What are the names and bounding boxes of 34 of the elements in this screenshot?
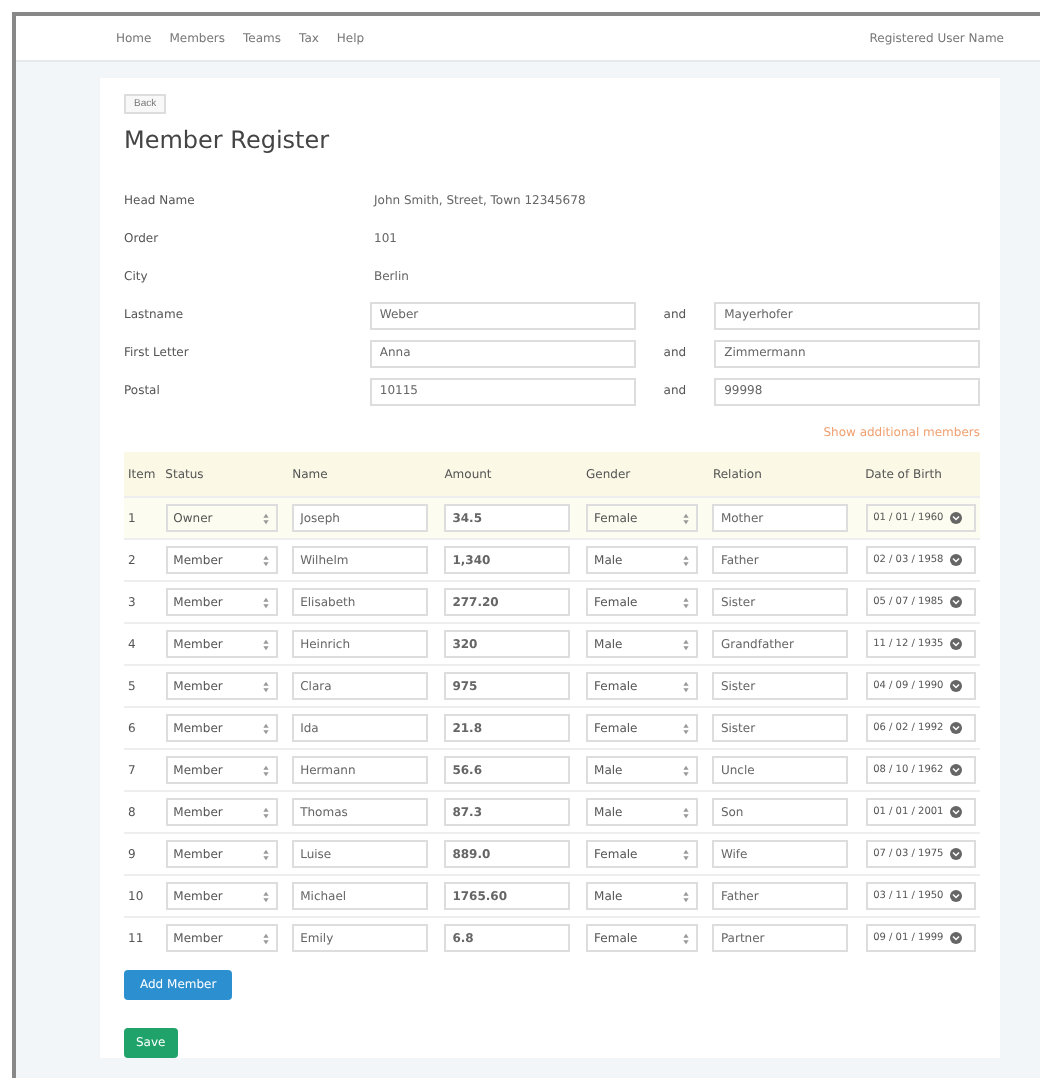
dropdown-icon xyxy=(949,806,962,818)
spinner-icon xyxy=(682,889,691,903)
spinner-icon xyxy=(261,511,270,525)
spinner-icon xyxy=(261,595,270,609)
spinner-icon xyxy=(682,511,691,525)
dropdown-icon xyxy=(949,764,962,776)
dropdown-icon xyxy=(949,680,962,692)
spinner-icon xyxy=(261,763,270,777)
dropdown-icon xyxy=(949,638,962,650)
spinner-icon xyxy=(682,679,691,693)
spinner-icon xyxy=(261,553,270,567)
spinner-icon xyxy=(261,889,270,903)
dropdown-icon xyxy=(949,554,962,566)
dropdown-icon xyxy=(949,932,962,944)
spinner-icon xyxy=(682,721,691,735)
spinner-icon xyxy=(261,721,270,735)
spinner-icon xyxy=(261,847,270,861)
dropdown-icon xyxy=(949,890,962,902)
page-title: Member Register xyxy=(124,126,332,154)
spinner-icon xyxy=(682,931,691,945)
spinner-icon xyxy=(261,931,270,945)
spinner-icon xyxy=(261,805,270,819)
spinner-icon xyxy=(682,805,691,819)
spinner-icon xyxy=(261,679,270,693)
spinner-icon xyxy=(682,847,691,861)
spinner-icon xyxy=(682,595,691,609)
dropdown-icon xyxy=(949,848,962,860)
spinner-icon xyxy=(261,637,270,651)
dropdown-icon xyxy=(949,722,962,734)
spinner-icon xyxy=(682,637,691,651)
dropdown-icon xyxy=(949,596,962,608)
spinner-icon xyxy=(682,553,691,567)
dropdown-icon xyxy=(949,512,962,524)
spinner-icon xyxy=(682,763,691,777)
